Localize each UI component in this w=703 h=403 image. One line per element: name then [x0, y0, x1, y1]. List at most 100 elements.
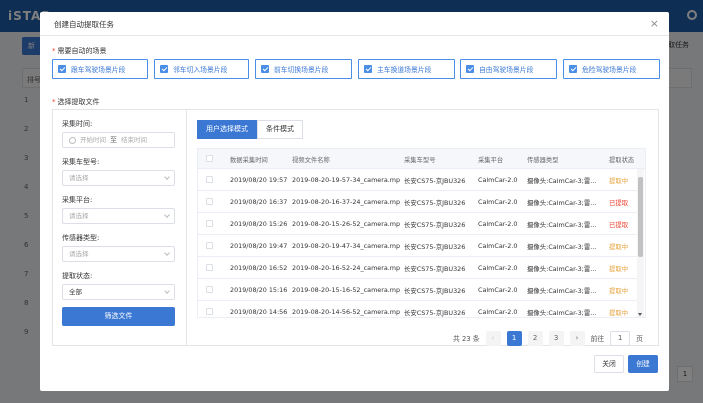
chevron-down-icon [164, 250, 170, 256]
cell-time: 2019/08/20 15:16 [230, 286, 288, 294]
cell-file: 2019-08-20-16-37-24_camera.mp4 [292, 198, 400, 206]
table-row[interactable]: 2019/08/20 19:57 2019-08-20-19-57-34_came… [198, 169, 638, 191]
cell-time: 2019/08/20 16:52 [230, 264, 288, 272]
cell-file: 2019-08-20-14-56-52_camera.mp4 [292, 308, 400, 316]
cell-platform: CalmCar-2.0 [478, 264, 518, 272]
close-button[interactable]: 关闭 [594, 355, 624, 373]
goto-page-input[interactable]: 1 [610, 330, 631, 346]
row-checkbox[interactable] [206, 242, 213, 249]
cell-status: 已提取 [609, 221, 629, 229]
checkbox-checked-icon[interactable] [364, 65, 372, 73]
checkbox-checked-icon[interactable] [58, 65, 66, 73]
cell-status: 提取中 [609, 265, 629, 273]
cell-time: 2019/08/20 16:37 [230, 198, 288, 206]
row-checkbox[interactable] [206, 220, 213, 227]
modal-title: 创建自动提取任务 [54, 20, 114, 29]
scene-option-following[interactable]: 跟车驾驶场景片段 [52, 59, 148, 79]
tab-condition-mode[interactable]: 条件模式 [257, 120, 303, 139]
time-label: 采集时间: [62, 120, 93, 128]
cell-vehicle: 长安CS75-京JBU326 [404, 221, 466, 229]
cell-time: 2019/08/20 15:26 [230, 220, 288, 228]
cell-platform: CalmCar-2.0 [478, 242, 518, 250]
table-row[interactable]: 2019/08/20 15:26 2019-08-20-15-26-52_came… [198, 213, 638, 235]
scene-checkbox-group: 跟车驾驶场景片段 邻车切入场景片段 前车切换场景片段 主车换道场景片段 自由驾驶… [52, 59, 660, 79]
tab-user-select-mode[interactable]: 用户选择模式 [197, 120, 257, 139]
cell-platform: CalmCar-2.0 [478, 176, 518, 184]
scene-option-free-driving[interactable]: 自由驾驶场景片段 [460, 59, 557, 79]
next-page-button[interactable]: › [569, 330, 585, 346]
prev-page-button[interactable]: ‹ [485, 330, 501, 346]
sensor-label: 传感器类型: [62, 234, 100, 242]
table-row[interactable]: 2019/08/20 16:37 2019-08-20-16-37-24_came… [198, 191, 638, 213]
cell-sensor: 摄像头:CalmCar-3;雷... [527, 287, 597, 295]
column-header: 传感器类型 [527, 157, 559, 164]
row-checkbox[interactable] [206, 308, 213, 315]
clock-icon [69, 136, 76, 144]
checkbox-checked-icon[interactable] [160, 65, 168, 73]
cell-vehicle: 长安CS75-京JBU326 [404, 177, 466, 185]
filter-files-button[interactable]: 筛选文件 [62, 307, 175, 326]
date-range-picker[interactable]: 开始时间 至 结束时间 [62, 132, 175, 148]
vehicle-select[interactable]: 请选择 [62, 170, 175, 186]
platform-label: 采集平台: [62, 196, 93, 204]
scroll-down-icon[interactable] [638, 313, 642, 316]
status-select[interactable]: 全部 [62, 284, 175, 300]
table-header: 数据采集时间 视频文件名称 采集车型号 采集平台 传感器类型 提取状态 [198, 149, 645, 169]
cell-file: 2019-08-20-19-57-34_camera.mp4 [292, 176, 400, 184]
end-time-placeholder[interactable]: 结束时间 [121, 133, 147, 147]
cell-platform: CalmCar-2.0 [478, 286, 518, 294]
cell-platform: CalmCar-2.0 [478, 198, 518, 206]
checkbox-checked-icon[interactable] [569, 65, 577, 73]
scene-option-cut-in[interactable]: 邻车切入场景片段 [154, 59, 249, 79]
scene-label: 自由驾驶场景片段 [479, 66, 534, 74]
table-row[interactable]: 2019/08/20 15:16 2019-08-20-15-16-52_came… [198, 279, 638, 301]
scene-label: 邻车切入场景片段 [173, 66, 228, 74]
page-button[interactable]: 1 [506, 330, 522, 346]
table-row[interactable]: 2019/08/20 14:56 2019-08-20-14-56-52_came… [198, 301, 638, 317]
checkbox-checked-icon[interactable] [261, 65, 269, 73]
close-icon[interactable]: × [650, 17, 659, 30]
column-header: 数据采集时间 [230, 157, 268, 164]
cell-time: 2019/08/20 19:57 [230, 176, 288, 184]
select-all-checkbox[interactable] [206, 155, 213, 162]
scroll-thumb[interactable] [638, 177, 643, 257]
scene-label: 危险驾驶场景片段 [582, 66, 637, 74]
platform-select[interactable]: 请选择 [62, 208, 175, 224]
page-button[interactable]: 3 [548, 330, 564, 346]
cell-platform: CalmCar-2.0 [478, 308, 518, 316]
cell-status: 提取中 [609, 287, 629, 295]
cell-sensor: 摄像头:CalmCar-3;雷... [527, 265, 597, 273]
cell-vehicle: 长安CS75-京JBU326 [404, 309, 466, 317]
cell-vehicle: 长安CS75-京JBU326 [404, 287, 466, 295]
column-header: 采集平台 [478, 157, 504, 164]
row-checkbox[interactable] [206, 198, 213, 205]
vehicle-label: 采集车型号: [62, 158, 100, 166]
scene-option-lead-change[interactable]: 前车切换场景片段 [255, 59, 352, 79]
cell-file: 2019-08-20-19-47-34_camera.mp4 [292, 242, 400, 250]
cell-platform: CalmCar-2.0 [478, 220, 518, 228]
chevron-down-icon [164, 212, 170, 218]
checkbox-checked-icon[interactable] [466, 65, 474, 73]
scene-option-dangerous-driving[interactable]: 危险驾驶场景片段 [563, 59, 660, 79]
row-checkbox[interactable] [206, 286, 213, 293]
create-button[interactable]: 创建 [628, 355, 658, 373]
cell-status: 已提取 [609, 199, 629, 207]
table-row[interactable]: 2019/08/20 19:47 2019-08-20-19-47-34_came… [198, 235, 638, 257]
scene-option-lane-change[interactable]: 主车换道场景片段 [358, 59, 455, 79]
start-time-placeholder[interactable]: 开始时间 [80, 133, 106, 147]
row-checkbox[interactable] [206, 264, 213, 271]
cell-status: 提取中 [609, 177, 629, 185]
table-row[interactable]: 2019/08/20 16:52 2019-08-20-16-52-24_came… [198, 257, 638, 279]
filter-panel: 采集时间: 开始时间 至 结束时间 采集车型号: 请选择 采集平台: 请选择 传… [53, 110, 187, 345]
table-scrollbar[interactable] [637, 169, 644, 317]
cell-vehicle: 长安CS75-京JBU326 [404, 265, 466, 273]
cell-sensor: 摄像头:CalmCar-3;雷... [527, 221, 597, 229]
cell-status: 提取中 [609, 309, 629, 317]
scene-label: 主车换道场景片段 [377, 66, 432, 74]
page-button[interactable]: 2 [527, 330, 543, 346]
cell-sensor: 摄像头:CalmCar-3;雷... [527, 243, 597, 251]
row-checkbox[interactable] [206, 176, 213, 183]
mode-tabs: 用户选择模式 条件模式 [197, 120, 303, 139]
sensor-select[interactable]: 请选择 [62, 246, 175, 262]
column-header: 提取状态 [609, 157, 635, 164]
